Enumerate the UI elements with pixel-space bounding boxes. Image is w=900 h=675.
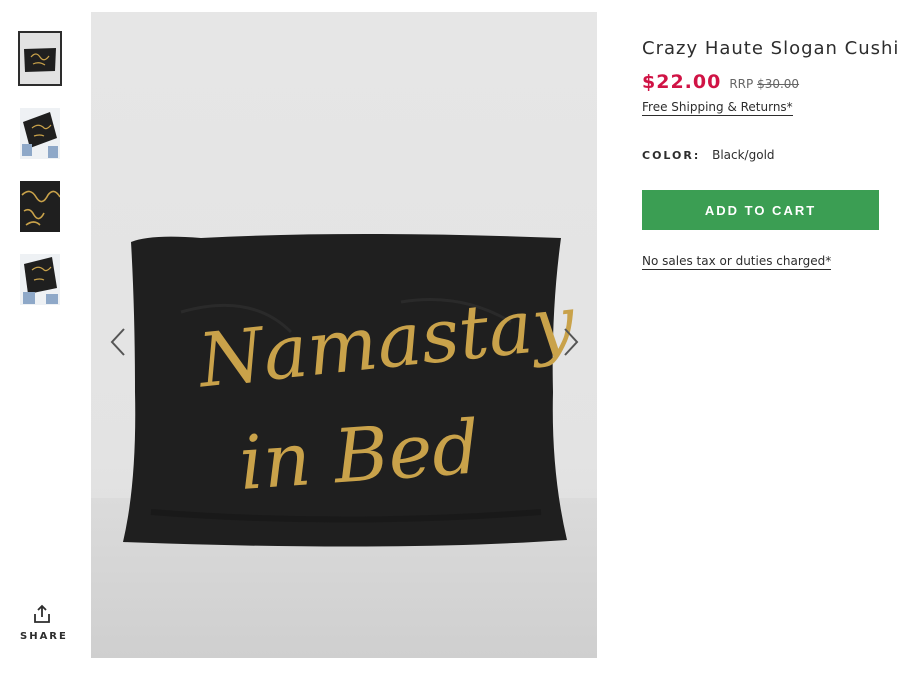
shipping-returns-link[interactable]: Free Shipping & Returns* <box>642 100 793 116</box>
chevron-left-icon <box>110 328 125 356</box>
add-to-cart-button[interactable]: ADD TO CART <box>642 190 879 230</box>
share-button[interactable]: SHARE <box>20 604 68 642</box>
color-value: Black/gold <box>712 148 775 162</box>
thumbnail-1[interactable] <box>18 31 62 86</box>
thumbnail-3[interactable] <box>20 181 60 232</box>
rrp-price: $30.00 <box>757 77 800 91</box>
product-title: Crazy Haute Slogan Cushion <box>642 38 900 59</box>
next-image-button[interactable] <box>555 327 585 357</box>
price-row: $22.00 RRP $30.00 <box>642 71 900 93</box>
thumbnail-list <box>18 31 64 327</box>
color-label: COLOR: <box>642 149 701 162</box>
share-label: SHARE <box>20 631 68 642</box>
rrp: RRP $30.00 <box>729 77 799 91</box>
product-info: Crazy Haute Slogan Cushion $22.00 RRP $3… <box>642 38 900 270</box>
current-price: $22.00 <box>642 71 722 93</box>
thumbnail-2[interactable] <box>20 108 60 159</box>
rrp-label: RRP <box>729 77 754 91</box>
chevron-right-icon <box>564 328 579 356</box>
thumbnail-4[interactable] <box>20 254 60 305</box>
previous-image-button[interactable] <box>104 327 134 357</box>
slogan-line-2: in Bed <box>237 404 483 507</box>
product-image: Namastay in Bed <box>91 12 597 658</box>
tax-note-link[interactable]: No sales tax or duties charged* <box>642 254 832 270</box>
share-icon <box>34 604 50 623</box>
cushion-image: Namastay in Bed <box>123 234 580 547</box>
color-row: COLOR: Black/gold <box>642 148 900 162</box>
